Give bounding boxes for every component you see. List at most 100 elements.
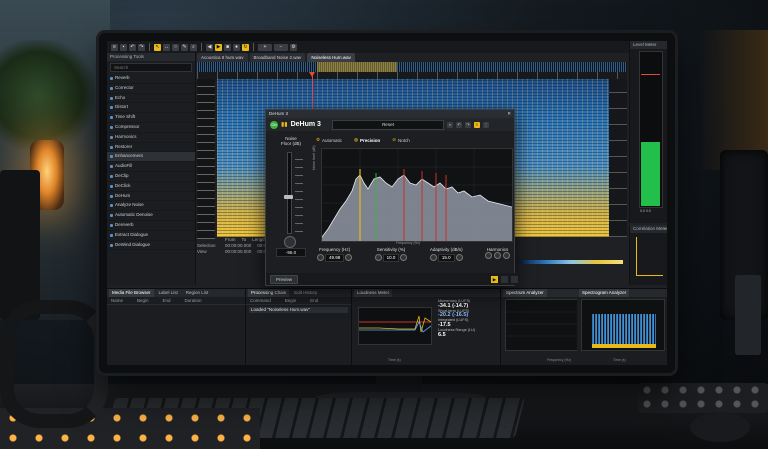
- column-header[interactable]: End: [163, 297, 171, 304]
- tab-loudness-meter[interactable]: Loudness Meter: [354, 289, 393, 297]
- preview-button[interactable]: Preview: [270, 274, 299, 284]
- undo-icon[interactable]: ↶: [129, 43, 136, 51]
- graph-ylabel: Noise level (dB): [312, 145, 316, 170]
- loop-icon[interactable]: ↻: [242, 43, 249, 51]
- panel-tab[interactable]: Region List: [183, 289, 212, 297]
- power-button[interactable]: On: [270, 120, 278, 129]
- mode-option[interactable]: ◎ Precision: [354, 137, 380, 143]
- parameter-value[interactable]: 15.0: [437, 254, 455, 262]
- column-header[interactable]: Command: [250, 297, 271, 304]
- history-row[interactable]: Loaded "Noiseless Hum.wav": [249, 307, 348, 313]
- column-header[interactable]: Begin: [137, 297, 149, 304]
- slider-thumb[interactable]: [284, 195, 293, 199]
- noise-floor-value[interactable]: -96.0: [276, 248, 306, 257]
- module-item[interactable]: Extract Dialogue: [107, 231, 195, 241]
- time-ruler[interactable]: [197, 72, 627, 79]
- module-item[interactable]: Time Shift: [107, 113, 195, 123]
- panel-tab[interactable]: Processing Chain: [248, 289, 290, 297]
- module-item[interactable]: DeClip: [107, 172, 195, 182]
- module-item[interactable]: Echo: [107, 94, 195, 104]
- correlation-meter-title: Correlation Meter: [630, 225, 667, 233]
- parameter-row: Frequency (Hz) 49.98 Sensitivity (%) 10.0 Ad…: [316, 247, 511, 262]
- plugin-logo-icon: ▮▮: [281, 122, 288, 128]
- time-select-icon[interactable]: ↔: [163, 43, 170, 51]
- module-item[interactable]: DeClick: [107, 182, 195, 192]
- module-item[interactable]: Restorer: [107, 143, 195, 153]
- overview-waveform[interactable]: [197, 62, 627, 72]
- module-item[interactable]: Corrector: [107, 84, 195, 94]
- play-icon[interactable]: ▶: [491, 275, 498, 283]
- mode-label: Notch: [398, 137, 410, 143]
- plugin-menu-icon[interactable]: ⋮: [482, 121, 489, 128]
- stop-icon[interactable]: ■: [224, 43, 231, 51]
- play-icon[interactable]: ▶: [215, 43, 222, 51]
- menu-icon[interactable]: ≡: [111, 43, 118, 51]
- settings-icon[interactable]: ⚙: [290, 43, 297, 51]
- zoom-in-icon[interactable]: +: [258, 43, 272, 51]
- tab-spectrogram-analyzer[interactable]: Spectrogram Analyzer: [579, 289, 630, 297]
- search-icon[interactable]: ⌕: [446, 121, 453, 128]
- zoom-out-icon[interactable]: −: [274, 43, 288, 51]
- panel-tab[interactable]: Media File Browser: [109, 289, 154, 297]
- noise-floor-knob[interactable]: [284, 236, 296, 248]
- module-item[interactable]: Reverb: [107, 74, 195, 84]
- dialog-titlebar[interactable]: DeHum 3 ✕: [266, 110, 514, 118]
- panel-tab[interactable]: Label List: [156, 289, 181, 297]
- brush-icon[interactable]: ✎: [181, 43, 188, 51]
- decrement-knob-icon[interactable]: [429, 254, 437, 262]
- plugin-name: DeHum 3: [290, 121, 321, 128]
- module-item[interactable]: DeWind Dialogue: [107, 241, 195, 251]
- increment-knob-icon[interactable]: [345, 254, 353, 262]
- ab-compare-icon[interactable]: ≡: [473, 121, 480, 128]
- panel-tab[interactable]: Edit History: [291, 289, 320, 297]
- view-start[interactable]: 00:00:00.000: [225, 249, 251, 255]
- increment-knob-icon[interactable]: [400, 254, 408, 262]
- decrement-knob-icon[interactable]: [317, 254, 324, 262]
- noise-floor-slider[interactable]: [284, 152, 293, 234]
- document-tab[interactable]: Noiseless Hum.wav: [307, 53, 355, 62]
- harmonics-toggle-icon[interactable]: [493, 252, 501, 259]
- module-item[interactable]: Harmonics: [107, 133, 195, 143]
- module-item[interactable]: AudioFill: [107, 162, 195, 172]
- redo-icon[interactable]: ↷: [464, 121, 471, 128]
- bypass-icon[interactable]: [511, 275, 518, 283]
- parameter-value[interactable]: 10.0: [382, 254, 400, 262]
- stop-icon[interactable]: [501, 275, 508, 283]
- column-header[interactable]: Begin: [285, 297, 297, 304]
- increment-knob-icon[interactable]: [455, 254, 463, 262]
- document-tab[interactable]: Broadband Noise 2.wav: [249, 53, 306, 62]
- column-header[interactable]: Name: [111, 297, 123, 304]
- cursor-icon[interactable]: ↖: [154, 43, 161, 51]
- rewind-icon[interactable]: ◀: [206, 43, 213, 51]
- lasso-icon[interactable]: ○: [172, 43, 179, 51]
- mode-option[interactable]: ⊘ Notch: [392, 137, 410, 143]
- tab-spectrum-analyzer[interactable]: Spectrum Analyzer: [503, 289, 547, 297]
- hum-spectrum-graph[interactable]: [321, 148, 513, 242]
- undo-icon[interactable]: ↶: [455, 121, 462, 128]
- column-header[interactable]: Duration: [185, 297, 202, 304]
- noise-floor-label: Noise Floor (dB): [271, 136, 311, 146]
- preset-selector[interactable]: Reset: [331, 119, 444, 130]
- module-item[interactable]: Distort: [107, 103, 195, 114]
- module-item[interactable]: Compressor: [107, 123, 195, 133]
- module-item[interactable]: Automatic Denoise: [107, 211, 195, 221]
- parameter-control: Adaptivity (dB/s) 15.0: [429, 247, 464, 262]
- column-header[interactable]: End: [310, 297, 318, 304]
- module-item[interactable]: Dereverb: [107, 221, 195, 231]
- decrement-knob-icon[interactable]: [374, 254, 382, 262]
- redo-icon[interactable]: ↷: [138, 43, 145, 51]
- overview-selection[interactable]: [317, 62, 397, 72]
- save-icon[interactable]: ▪: [120, 43, 127, 51]
- module-item[interactable]: Analyze Noise: [107, 201, 195, 212]
- increment-knob-icon[interactable]: [502, 252, 510, 259]
- mode-option[interactable]: ⚙ Automatic: [316, 137, 342, 143]
- record-icon[interactable]: ●: [233, 43, 240, 51]
- search-input[interactable]: Search: [110, 63, 192, 72]
- zoom-icon[interactable]: ⌕: [190, 43, 197, 51]
- document-tab[interactable]: Acoustica 8 hum.wav: [197, 53, 248, 62]
- module-item[interactable]: DeHum: [107, 192, 195, 202]
- module-item[interactable]: Enhancement: [107, 152, 195, 163]
- decrement-knob-icon[interactable]: [484, 252, 492, 259]
- close-icon[interactable]: ✕: [507, 110, 511, 118]
- parameter-value[interactable]: 49.98: [325, 254, 345, 262]
